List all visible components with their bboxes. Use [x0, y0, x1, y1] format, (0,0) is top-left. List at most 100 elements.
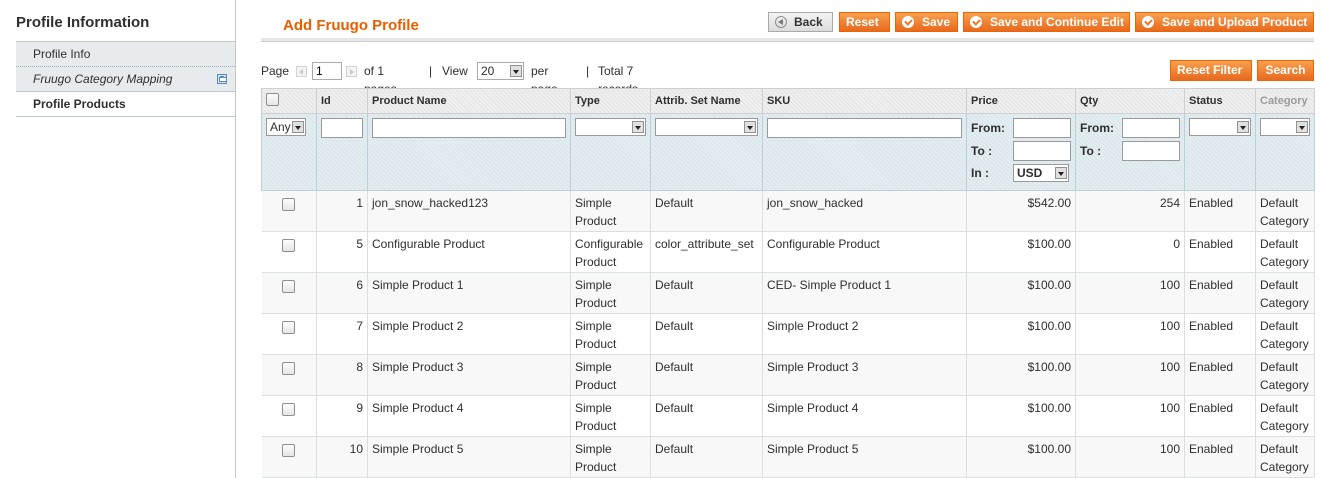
qty-to-input[interactable] — [1122, 141, 1180, 161]
table-row[interactable]: 9 Simple Product 4 Simple Product Default Si… — [261, 395, 1315, 437]
sidebar: Profile Information Profile Info Fruugo … — [0, 0, 236, 478]
cell-sku: CED- Simple Product 1 — [762, 272, 967, 314]
cell-category: Default Category — [1255, 313, 1315, 355]
cell-attrib-set: color_attribute_set — [650, 231, 763, 273]
chevron-down-icon — [1296, 121, 1308, 133]
next-page-icon[interactable] — [346, 66, 357, 77]
chevron-down-icon — [744, 121, 756, 133]
reset-label: Reset — [846, 15, 879, 29]
select-all-checkbox[interactable] — [266, 93, 279, 106]
row-checkbox[interactable] — [282, 239, 296, 252]
prev-page-icon[interactable] — [296, 66, 307, 77]
table-row[interactable]: 6 Simple Product 1 Simple Product Default CE… — [261, 272, 1315, 314]
col-header-sku[interactable]: SKU — [762, 88, 967, 114]
table-row[interactable]: 7 Simple Product 2 Simple Product Default Si… — [261, 313, 1315, 355]
currency-select[interactable]: USD — [1013, 164, 1069, 182]
qty-from-input[interactable] — [1122, 118, 1180, 138]
save-and-continue-button[interactable]: Save and Continue Edit — [963, 12, 1130, 32]
price-to-input[interactable] — [1013, 141, 1071, 161]
filter-sku-input[interactable] — [767, 118, 962, 138]
cell-price: $100.00 — [966, 436, 1076, 478]
col-header-status[interactable]: Status — [1184, 88, 1256, 114]
row-checkbox[interactable] — [282, 403, 296, 416]
cell-qty: 100 — [1075, 272, 1185, 314]
cell-select — [261, 395, 317, 437]
cell-qty: 100 — [1075, 436, 1185, 478]
col-header-id[interactable]: Id — [316, 88, 368, 114]
col-header-price[interactable]: Price — [966, 88, 1076, 114]
cell-price: $542.00 — [966, 190, 1076, 232]
cell-qty: 254 — [1075, 190, 1185, 232]
cell-type: Simple Product — [570, 313, 651, 355]
table-row[interactable]: 8 Simple Product 3 Simple Product Default Si… — [261, 354, 1315, 396]
price-to-label: To : — [971, 144, 993, 158]
price-from-input[interactable] — [1013, 118, 1071, 138]
cell-type: Simple Product — [570, 436, 651, 478]
cell-id: 5 — [316, 231, 368, 273]
save-continue-label: Save and Continue Edit — [990, 15, 1125, 29]
filter-set-cell — [650, 113, 763, 191]
col-header-category: Category — [1255, 88, 1315, 114]
tab-profile-info[interactable]: Profile Info — [16, 42, 235, 67]
row-checkbox[interactable] — [282, 444, 296, 457]
tab-fruugo-category-mapping[interactable]: Fruugo Category Mapping — [16, 67, 235, 92]
page-input[interactable] — [312, 62, 342, 80]
cell-id: 7 — [316, 313, 368, 355]
cell-category: Default Category — [1255, 354, 1315, 396]
save-upload-label: Save and Upload Product — [1162, 15, 1308, 29]
filter-id-input[interactable] — [321, 118, 363, 138]
cell-product-name: Simple Product 3 — [367, 354, 571, 396]
col-header-qty[interactable]: Qty — [1075, 88, 1185, 114]
filter-select-cell: Any — [261, 113, 317, 191]
cell-status: Enabled — [1184, 272, 1256, 314]
row-checkbox[interactable] — [282, 198, 296, 211]
back-label: Back — [794, 15, 823, 29]
cell-qty: 100 — [1075, 313, 1185, 355]
price-in-label: In : — [971, 166, 989, 180]
cell-category: Default Category — [1255, 436, 1315, 478]
save-and-upload-button[interactable]: Save and Upload Product — [1135, 12, 1314, 32]
reset-filter-button[interactable]: Reset Filter — [1170, 60, 1252, 81]
checkmark-icon — [1142, 16, 1154, 28]
save-button[interactable]: Save — [895, 12, 958, 32]
cell-select — [261, 313, 317, 355]
cell-type: Simple Product — [570, 354, 651, 396]
filter-name-input[interactable] — [372, 118, 566, 138]
filter-row: Any From: To : In : USD From: To : — [261, 113, 1315, 191]
search-button[interactable]: Search — [1257, 60, 1314, 81]
col-header-attrib-set[interactable]: Attrib. Set Name — [650, 88, 763, 114]
select-all-header[interactable] — [261, 88, 317, 114]
filter-type-select[interactable] — [575, 118, 646, 136]
table-row[interactable]: 5 Configurable Product Configurable Produc… — [261, 231, 1315, 273]
cell-attrib-set: Default — [650, 313, 763, 355]
cell-category: Default Category — [1255, 231, 1315, 273]
back-button[interactable]: Back — [768, 12, 833, 32]
per-page-value: 20 — [481, 64, 495, 78]
col-header-product-name[interactable]: Product Name — [367, 88, 571, 114]
cell-category: Default Category — [1255, 395, 1315, 437]
cell-sku: Configurable Product — [762, 231, 967, 273]
qty-to-label: To : — [1080, 144, 1102, 158]
col-header-type[interactable]: Type — [570, 88, 651, 114]
table-row[interactable]: 10 Simple Product 5 Simple Product Default S… — [261, 436, 1315, 478]
tab-label: Profile Info — [33, 47, 91, 61]
row-checkbox[interactable] — [282, 280, 296, 293]
filter-category-select[interactable] — [1260, 118, 1310, 136]
in-products-select[interactable]: Any — [266, 118, 306, 136]
row-checkbox[interactable] — [282, 362, 296, 375]
filter-set-select[interactable] — [655, 118, 758, 136]
reset-button[interactable]: Reset — [839, 12, 890, 32]
cell-type: Configurable Product — [570, 231, 651, 273]
cell-sku: Simple Product 5 — [762, 436, 967, 478]
row-checkbox[interactable] — [282, 321, 296, 334]
filter-status-select[interactable] — [1189, 118, 1251, 136]
table-row[interactable]: 1 jon_snow_hacked123 Simple Product Default… — [261, 190, 1315, 232]
per-page-select[interactable]: 20 — [477, 62, 524, 80]
cell-product-name: Simple Product 2 — [367, 313, 571, 355]
reset-filter-label: Reset Filter — [1177, 63, 1243, 77]
pager-separator: | — [586, 64, 590, 78]
pager-separator: | — [429, 64, 433, 78]
filter-sku-cell — [762, 113, 967, 191]
chevron-down-icon — [1237, 121, 1249, 133]
tab-profile-products[interactable]: Profile Products — [16, 92, 235, 117]
